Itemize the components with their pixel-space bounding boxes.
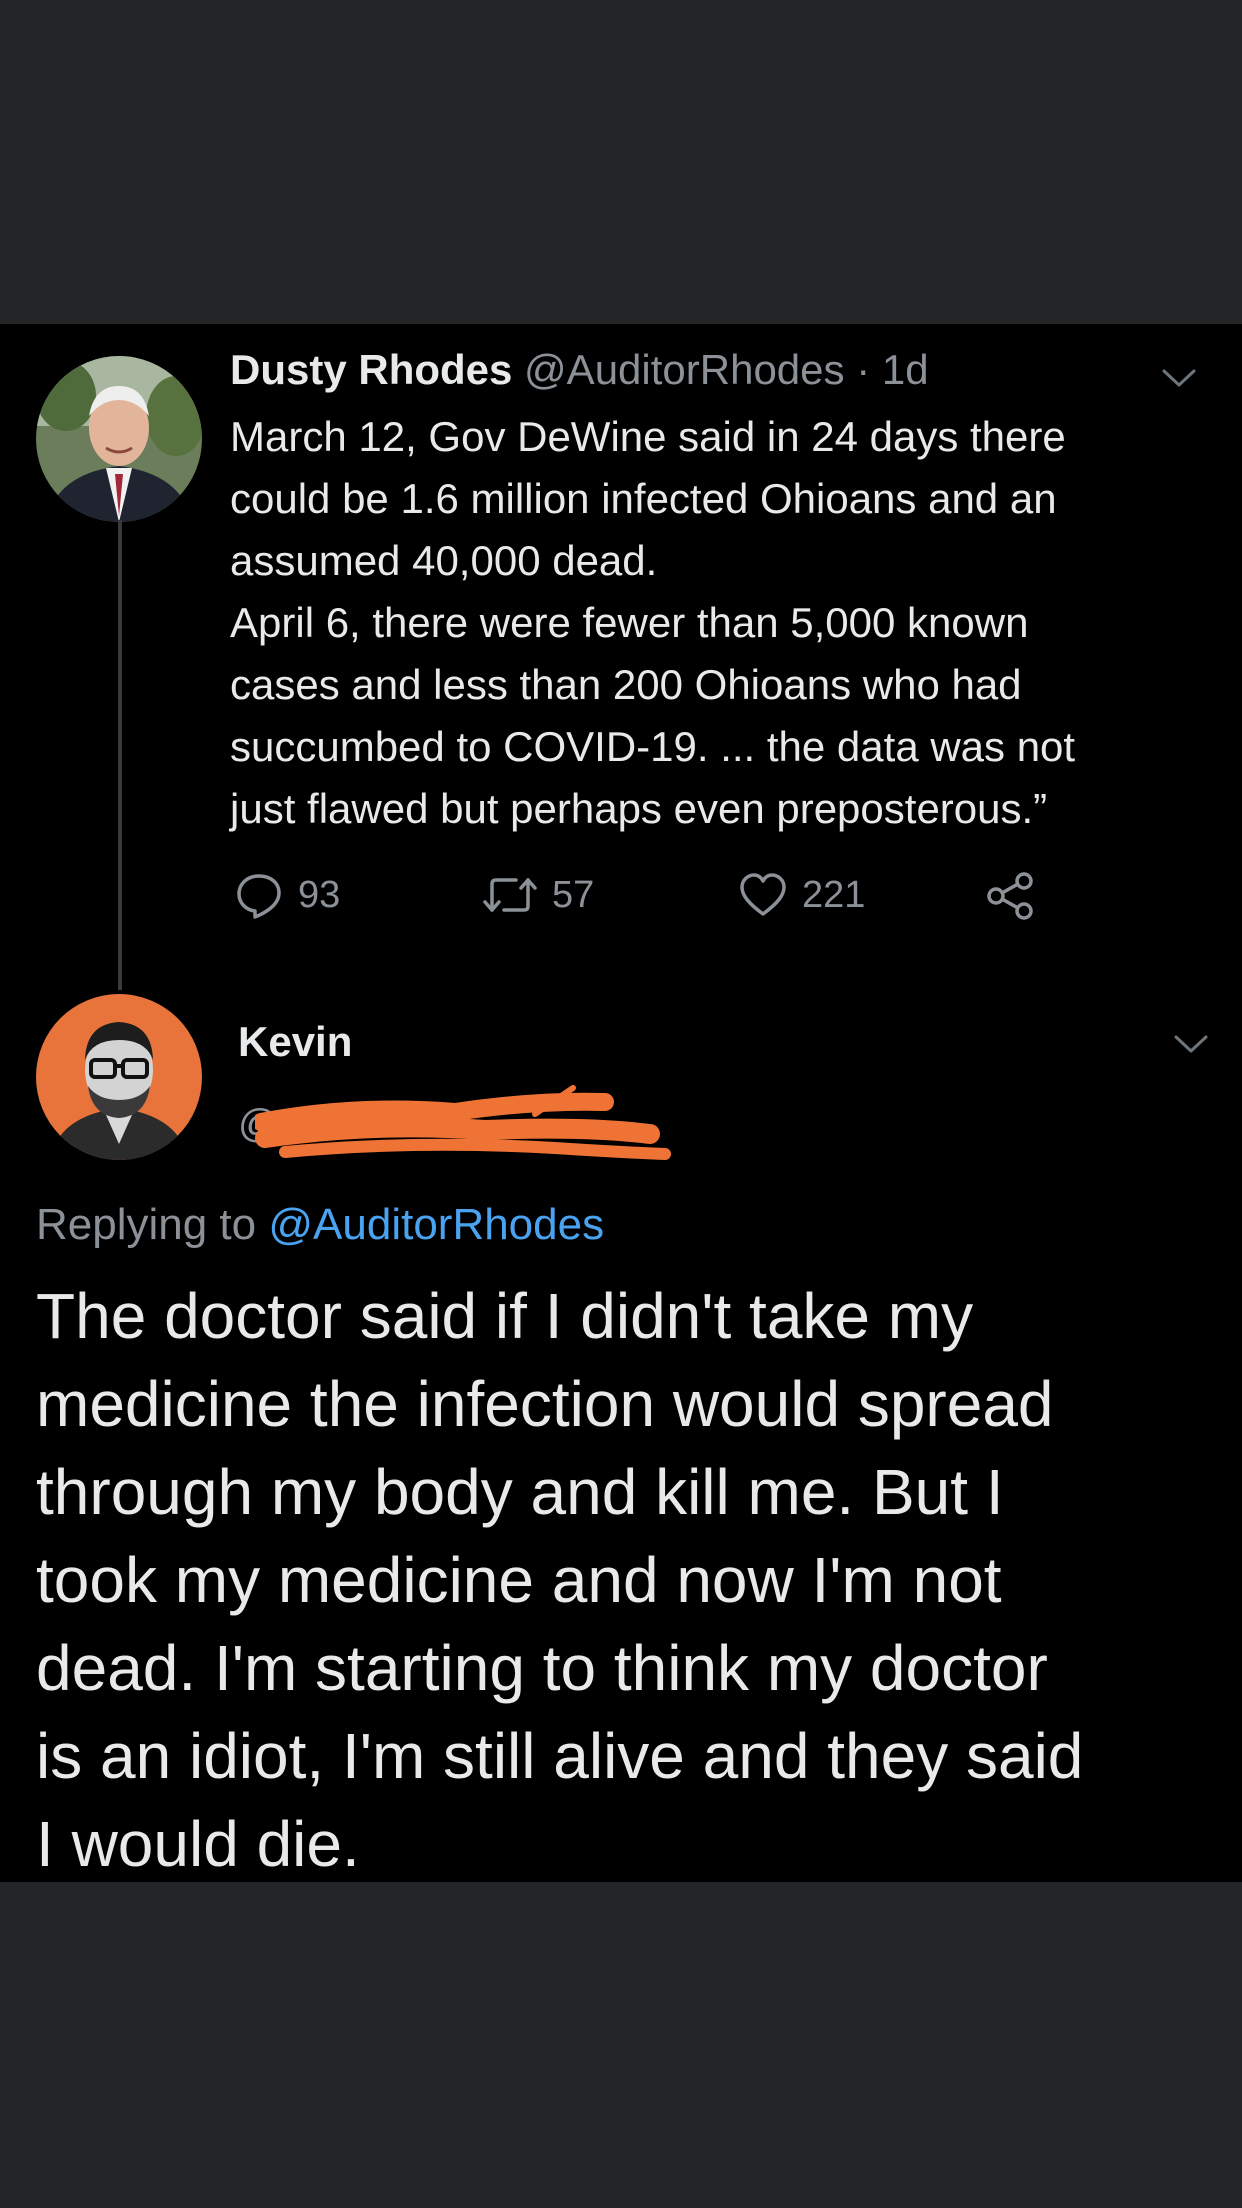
- replying-to-mention[interactable]: @AuditorRhodes: [268, 1200, 604, 1249]
- avatar-kevin[interactable]: [36, 994, 202, 1160]
- heart-icon: [740, 873, 786, 916]
- tweet2-line: took my medicine and now I'm not: [36, 1544, 1002, 1616]
- tweet1-line: could be 1.6 million infected Ohioans an…: [230, 475, 1057, 522]
- tweet1-header: Dusty Rhodes @AuditorRhodes · 1d: [230, 342, 929, 398]
- tweet1-display-name[interactable]: Dusty Rhodes: [230, 346, 512, 393]
- tweet1-action-bar: 93 57 221: [0, 870, 1242, 930]
- reply-button[interactable]: 93: [234, 870, 340, 920]
- tweet2-line: I would die.: [36, 1808, 360, 1880]
- replying-to-label: Replying to: [36, 1200, 269, 1249]
- tweet2-text: The doctor said if I didn't take my medi…: [36, 1272, 1226, 1888]
- tweet1-line: succumbed to COVID-19. ... the data was …: [230, 723, 1076, 770]
- replying-to-line: Replying to @AuditorRhodes: [36, 1195, 604, 1255]
- tweet2-line: through my body and kill me. But I: [36, 1456, 1004, 1528]
- tweet1-separator: ·: [844, 346, 882, 393]
- tweet1-line: cases and less than 200 Ohioans who had: [230, 661, 1022, 708]
- tweet2-line: dead. I'm starting to think my doctor: [36, 1632, 1048, 1704]
- person-avatar-image: [36, 356, 202, 522]
- tweet1-handle[interactable]: @AuditorRhodes: [524, 346, 844, 393]
- tweet2-line: is an idiot, I'm still alive and they sa…: [36, 1720, 1084, 1792]
- like-count: 221: [802, 873, 866, 916]
- chevron-down-icon[interactable]: [1160, 366, 1198, 390]
- person-avatar-image: [36, 994, 202, 1160]
- share-icon: [987, 872, 1033, 920]
- tweet1-age: 1d: [881, 346, 929, 393]
- tweet2-display-name[interactable]: Kevin: [238, 1014, 352, 1070]
- reply-count: 93: [298, 873, 341, 916]
- like-button[interactable]: 221: [738, 870, 865, 920]
- tweet1-line: March 12, Gov DeWine said in 24 days the…: [230, 413, 1066, 460]
- tweet1-text: March 12, Gov DeWine said in 24 days the…: [230, 406, 1230, 840]
- retweet-count: 57: [552, 873, 595, 916]
- share-button[interactable]: [984, 870, 1050, 922]
- tweet1-line: assumed 40,000 dead.: [230, 537, 658, 584]
- tweet1-line: April 6, there were fewer than 5,000 kno…: [230, 599, 1029, 646]
- handle-redaction-scribble: [255, 1085, 671, 1160]
- retweet-button[interactable]: 57: [482, 870, 594, 920]
- tweet2-line: The doctor said if I didn't take my: [36, 1280, 974, 1352]
- avatar-dusty-rhodes[interactable]: [36, 356, 202, 522]
- retweet-icon: [483, 878, 537, 912]
- chevron-down-icon[interactable]: [1172, 1032, 1210, 1056]
- tweet1-line: just flawed but perhaps even preposterou…: [230, 785, 1048, 832]
- reply-icon: [237, 874, 281, 919]
- tweet2-line: medicine the infection would spread: [36, 1368, 1054, 1440]
